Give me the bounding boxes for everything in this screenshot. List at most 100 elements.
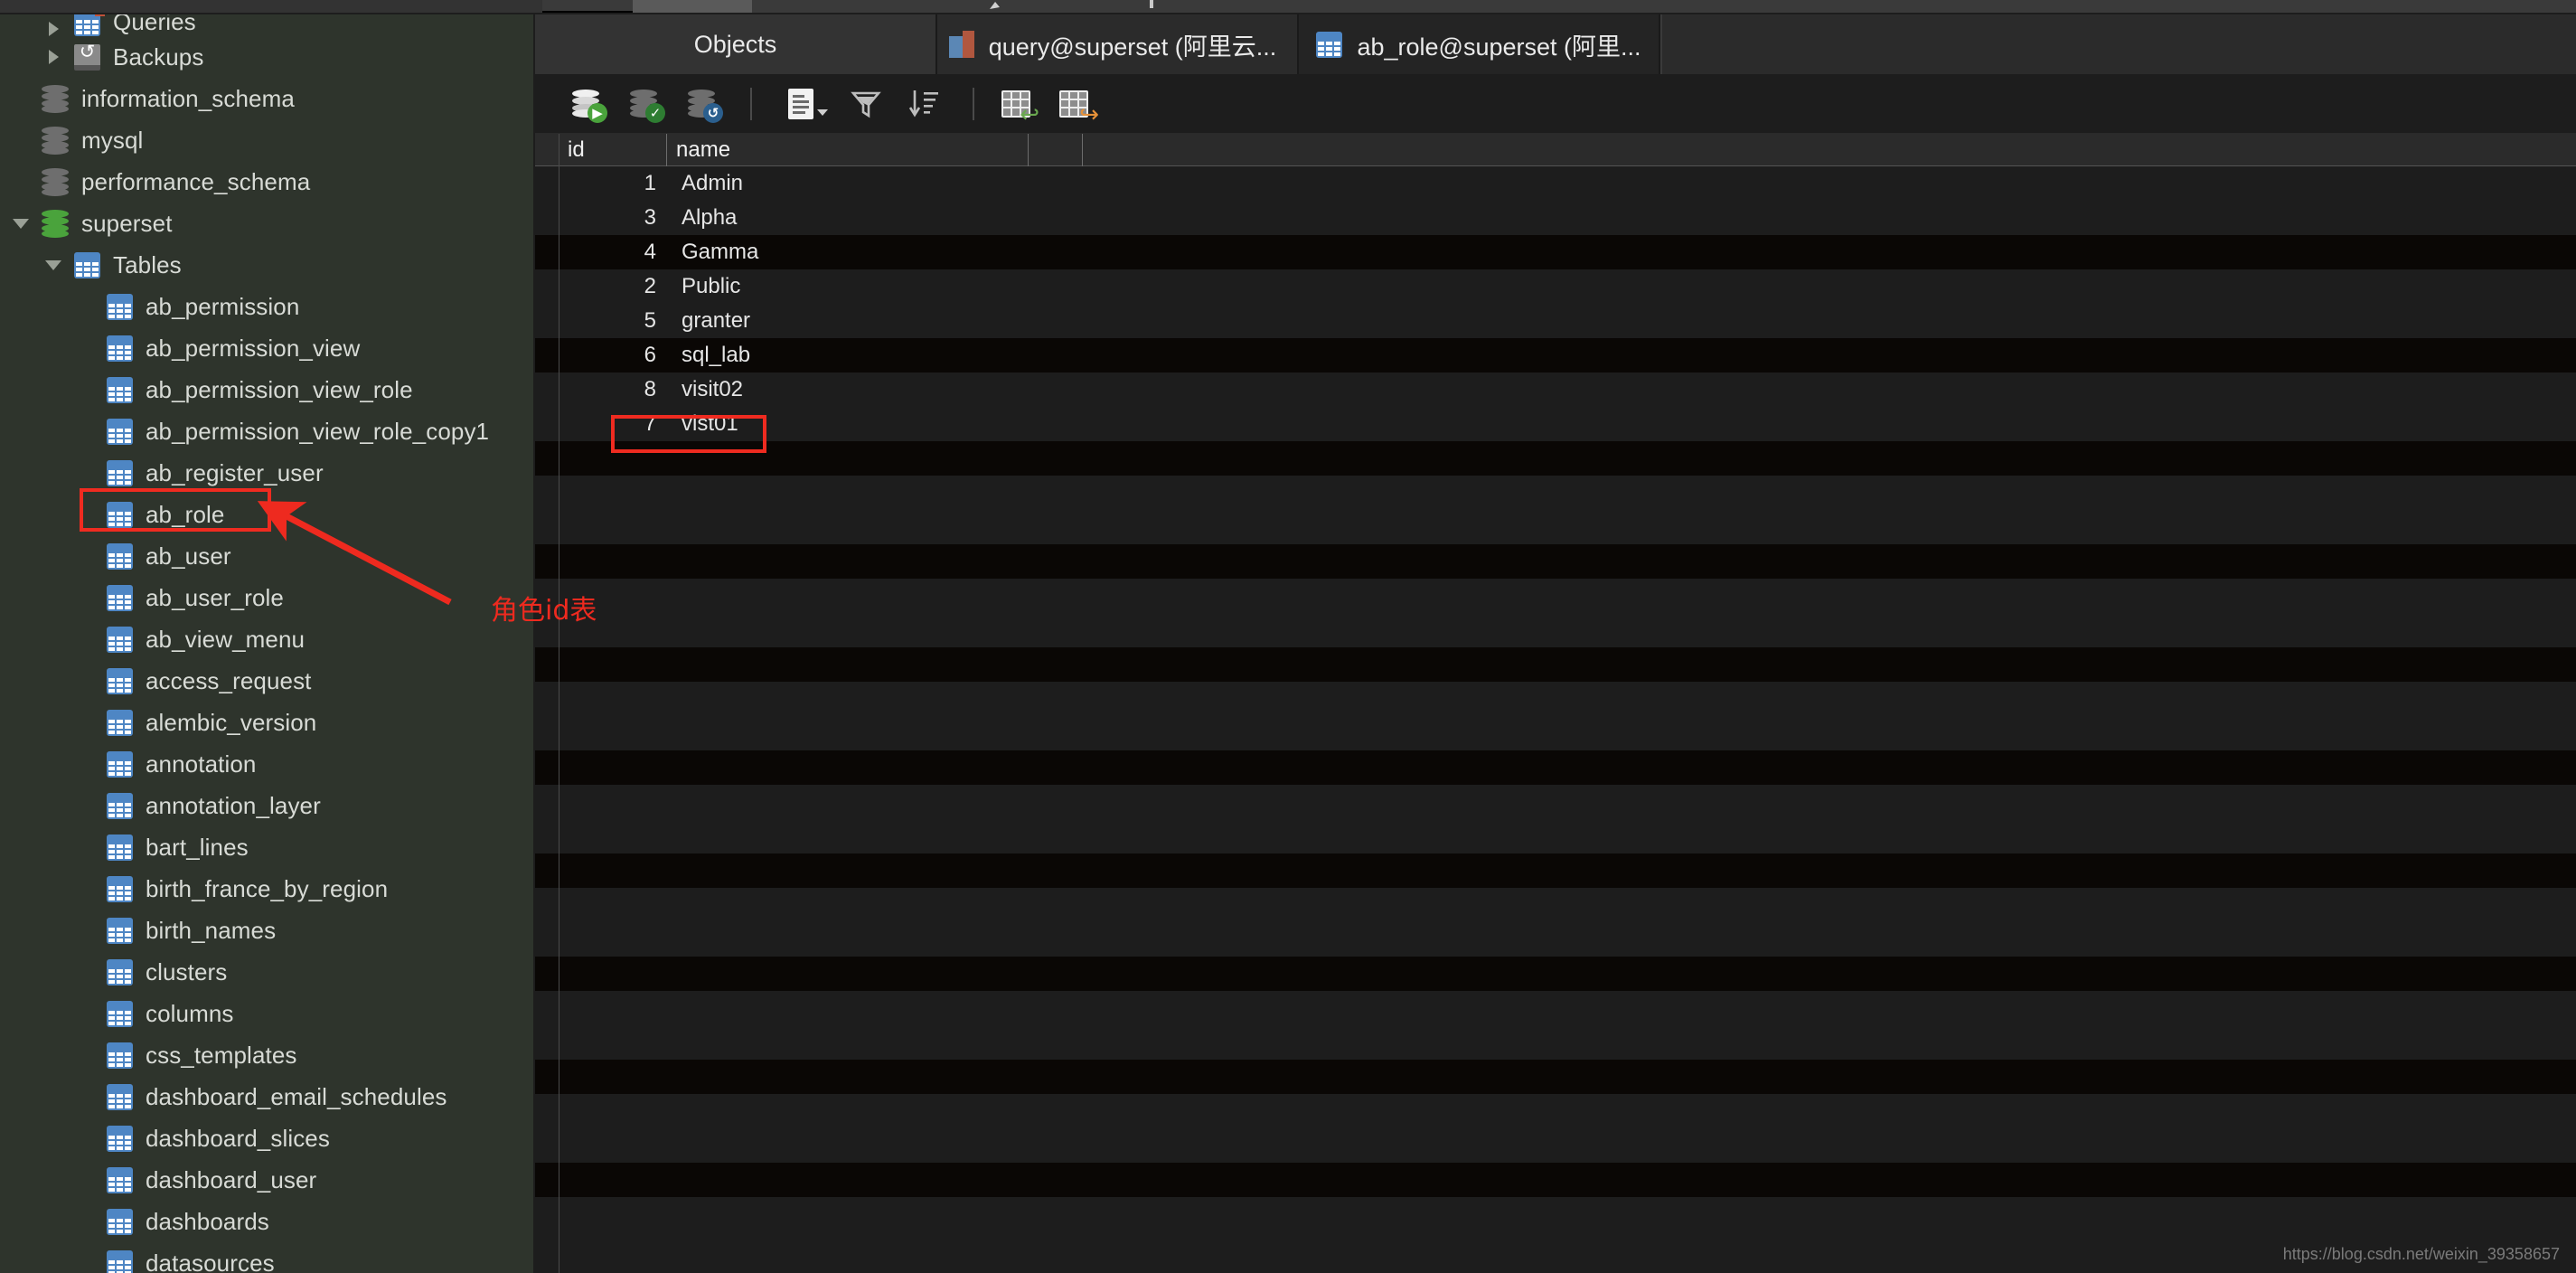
cell-id[interactable]: 7	[559, 407, 667, 441]
sidebar-item-alembic-version[interactable]: alembic_version	[0, 702, 533, 743]
export-wizard-button[interactable]: ↪	[1048, 81, 1099, 127]
expand-toggle[interactable]	[33, 50, 74, 64]
sidebar-item-ab-user-role[interactable]: ab_user_role	[0, 577, 533, 618]
sidebar-item-bart-lines[interactable]: bart_lines	[0, 826, 533, 868]
table-row[interactable]	[535, 853, 2576, 888]
sidebar-item-annotation[interactable]: annotation	[0, 743, 533, 785]
table-row[interactable]	[535, 682, 2576, 716]
tab-query-superset[interactable]: query@superset (阿里云...	[937, 14, 1299, 74]
tab-objects[interactable]: Objects	[535, 14, 937, 74]
table-row[interactable]: 7 vist01	[535, 407, 2576, 441]
sidebar-item-dashboards[interactable]: dashboards	[0, 1201, 533, 1242]
table-row[interactable]	[535, 888, 2576, 922]
expand-toggle[interactable]	[33, 259, 74, 270]
table-row[interactable]	[535, 579, 2576, 613]
cell-name[interactable]: Alpha	[669, 201, 1030, 235]
sidebar-item-dashboard-email-schedules[interactable]: dashboard_email_schedules	[0, 1076, 533, 1117]
sidebar-item-access-request[interactable]: access_request	[0, 660, 533, 702]
sidebar-item-clusters[interactable]: clusters	[0, 951, 533, 993]
table-row[interactable]	[535, 441, 2576, 476]
sidebar-item-columns[interactable]: columns	[0, 993, 533, 1034]
sort-button[interactable]	[898, 81, 949, 127]
sidebar-item-ab-permission-view-role[interactable]: ab_permission_view_role	[0, 369, 533, 410]
run-query-button[interactable]: ▶	[560, 81, 611, 127]
cell-id[interactable]: 4	[559, 235, 667, 269]
cell-id[interactable]: 3	[559, 201, 667, 235]
table-row[interactable]	[535, 991, 2576, 1025]
sidebar-item-annotation-layer[interactable]: annotation_layer	[0, 785, 533, 826]
sidebar-item-birth-names[interactable]: birth_names	[0, 910, 533, 951]
sidebar-item-ab-permission[interactable]: ab_permission	[0, 286, 533, 327]
table-row[interactable]: 5 granter	[535, 304, 2576, 338]
chevron-down-icon[interactable]	[13, 218, 29, 229]
cell-id[interactable]: 5	[559, 304, 667, 338]
cell-name[interactable]: Admin	[669, 166, 1030, 201]
table-row[interactable]	[535, 716, 2576, 750]
table-row[interactable]	[535, 1025, 2576, 1060]
rollback-button[interactable]: ↺	[676, 81, 727, 127]
cell-name[interactable]: sql_lab	[669, 338, 1030, 372]
sidebar-item-ab-permission-view-role-copy1[interactable]: ab_permission_view_role_copy1	[0, 410, 533, 452]
table-row[interactable]	[535, 647, 2576, 682]
tab-ab-role-superset[interactable]: ab_role@superset (阿里...	[1299, 14, 1660, 74]
table-row[interactable]	[535, 750, 2576, 785]
table-row[interactable]: 4 Gamma	[535, 235, 2576, 269]
table-row[interactable]	[535, 1060, 2576, 1094]
chevron-down-icon[interactable]	[817, 108, 828, 116]
grid-toolbar[interactable]: ▶ ✓ ↺ ↩ ↪	[535, 74, 2576, 134]
cell-id[interactable]: 8	[559, 372, 667, 407]
sidebar-item-datasources[interactable]: datasources	[0, 1242, 533, 1273]
sidebar-item-performance-schema[interactable]: performance_schema	[0, 161, 533, 203]
cell-id[interactable]: 2	[559, 269, 667, 304]
sidebar-item-ab-role[interactable]: ab_role	[0, 494, 533, 535]
sidebar-item-ab-permission-view[interactable]: ab_permission_view	[0, 327, 533, 369]
sidebar-item-dashboard-slices[interactable]: dashboard_slices	[0, 1117, 533, 1159]
column-header-id[interactable]: id	[559, 134, 667, 166]
cell-id[interactable]: 1	[559, 166, 667, 201]
table-row[interactable]: 2 Public	[535, 269, 2576, 304]
cell-name[interactable]: granter	[669, 304, 1030, 338]
data-grid[interactable]: id name 1 Admin 3 Alpha 4 Gamma 2 Public 5 granter…	[535, 134, 2576, 1273]
chevron-right-icon[interactable]	[48, 50, 59, 64]
cell-name[interactable]: vist01	[669, 407, 1030, 441]
table-row[interactable]	[535, 544, 2576, 579]
column-header-name[interactable]: name	[667, 134, 1029, 166]
table-row[interactable]	[535, 476, 2576, 510]
cell-id[interactable]: 6	[559, 338, 667, 372]
expand-toggle[interactable]	[33, 22, 74, 36]
table-row[interactable]	[535, 1231, 2576, 1266]
sidebar-item-backups[interactable]: Backups	[0, 36, 533, 78]
sidebar-item-css-templates[interactable]: css_templates	[0, 1034, 533, 1076]
table-row[interactable]	[535, 819, 2576, 853]
table-row[interactable]: 3 Alpha	[535, 201, 2576, 235]
sidebar-item-dashboard-user[interactable]: dashboard_user	[0, 1159, 533, 1201]
text-view-button[interactable]	[768, 81, 833, 127]
sidebar-item-information-schema[interactable]: information_schema	[0, 78, 533, 119]
object-tree-sidebar[interactable]: Queries Backups information_schemamysql per…	[0, 14, 533, 1273]
filter-button[interactable]	[841, 81, 891, 127]
table-row[interactable]	[535, 785, 2576, 819]
table-row[interactable]	[535, 613, 2576, 647]
table-row[interactable]	[535, 1197, 2576, 1231]
database-tree[interactable]: Queries Backups information_schemamysql per…	[0, 14, 533, 1273]
import-wizard-button[interactable]: ↩	[991, 81, 1041, 127]
sidebar-item-birth-france-by-region[interactable]: birth_france_by_region	[0, 868, 533, 910]
table-row[interactable]	[535, 957, 2576, 991]
table-row[interactable]	[535, 1128, 2576, 1163]
sidebar-item-queries[interactable]: Queries	[0, 14, 533, 36]
cell-name[interactable]: Gamma	[669, 235, 1030, 269]
sidebar-item-superset[interactable]: superset	[0, 203, 533, 244]
table-row[interactable]	[535, 1163, 2576, 1197]
sidebar-item-mysql[interactable]: mysql	[0, 119, 533, 161]
table-row[interactable]: 8 visit02	[535, 372, 2576, 407]
table-row[interactable]: 6 sql_lab	[535, 338, 2576, 372]
cell-name[interactable]: visit02	[669, 372, 1030, 407]
chevron-right-icon[interactable]	[48, 22, 59, 36]
grid-rows[interactable]: 1 Admin 3 Alpha 4 Gamma 2 Public 5 granter 6 sql_la…	[535, 166, 2576, 1266]
table-row[interactable]	[535, 922, 2576, 957]
expand-toggle[interactable]	[0, 218, 42, 229]
table-row[interactable]: 1 Admin	[535, 166, 2576, 201]
tab-bar[interactable]: Objects query@superset (阿里云... ab_role@s…	[535, 14, 2576, 74]
sidebar-item-tables[interactable]: Tables	[0, 244, 533, 286]
sidebar-item-ab-user[interactable]: ab_user	[0, 535, 533, 577]
